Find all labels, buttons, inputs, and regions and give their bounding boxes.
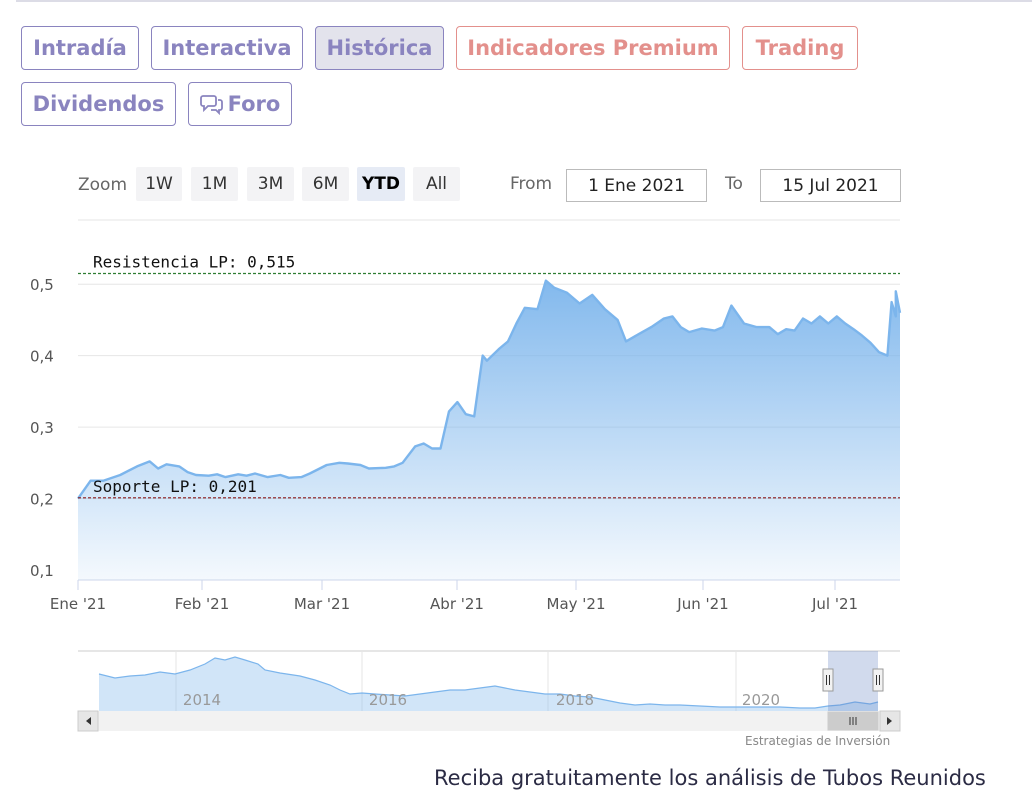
footer-text[interactable]: Reciba gratuitamente los análisis de Tub…	[434, 766, 986, 790]
scrollbar-track	[78, 711, 900, 731]
handle-body	[822, 668, 834, 692]
y-tick-label: 0,4	[30, 348, 54, 366]
x-tick-label: Ene '21	[50, 595, 106, 613]
navigator-year-label: 2020	[742, 691, 780, 709]
page: Intradía Interactiva Histórica Indicador…	[0, 0, 1032, 802]
x-tick-label: Feb '21	[175, 595, 230, 613]
series-area	[78, 280, 900, 580]
navigator-year-label: 2014	[183, 691, 221, 709]
resistance-label: Resistencia LP: 0,515	[93, 252, 295, 271]
x-tick-label: Jun '21	[676, 595, 728, 613]
support-label: Soporte LP: 0,201	[93, 477, 257, 496]
price-chart: 0,1 0,2 0,3 0,4 0,5 Resistencia LP: 0,515 Sopo…	[30, 219, 902, 732]
y-tick-label: 0,5	[30, 276, 54, 294]
chart-credit[interactable]: Estrategias de Inversión	[745, 734, 890, 748]
x-tick-label: Abr '21	[430, 595, 484, 613]
y-tick-label: 0,1	[30, 562, 54, 580]
x-tick-label: Mar '21	[294, 595, 350, 613]
x-tick-label: May '21	[547, 595, 606, 613]
y-tick-label: 0,2	[30, 491, 54, 509]
navigator-year-label: 2016	[369, 691, 407, 709]
navigator-year-label: 2018	[556, 691, 594, 709]
handle-body	[872, 668, 884, 692]
navigator-selection	[828, 651, 878, 711]
x-tick-label: Jul '21	[811, 595, 858, 613]
navigator-left-handle[interactable]	[822, 668, 834, 692]
y-tick-label: 0,3	[30, 419, 54, 437]
navigator-right-handle[interactable]	[872, 668, 884, 692]
